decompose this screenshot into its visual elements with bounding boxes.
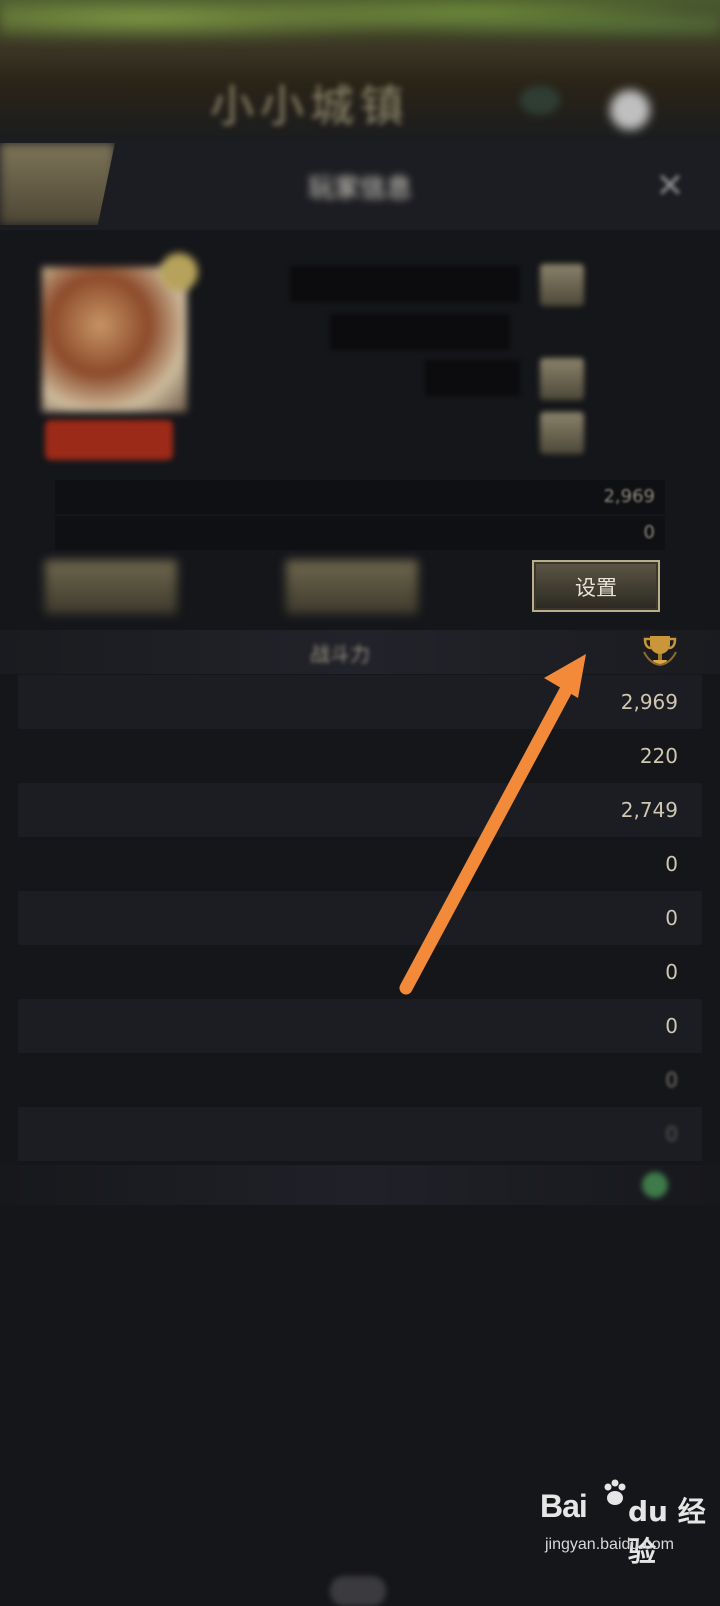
lower-row — [18, 1372, 702, 1426]
stat-value: 2,969 — [603, 486, 655, 507]
banner-icon — [610, 90, 650, 130]
power-row: 2,749 — [18, 783, 702, 837]
power-row: 220 — [18, 729, 702, 783]
banner-icon — [520, 85, 560, 115]
power-row-value: 0 — [665, 1068, 678, 1092]
avatar-badge-icon — [160, 253, 198, 291]
power-row: 0 — [18, 891, 702, 945]
stat-value: 0 — [643, 522, 655, 543]
info-name-field — [290, 266, 520, 302]
power-row: 0 — [18, 1053, 702, 1107]
lower-row — [18, 1210, 702, 1264]
power-row-value: 0 — [665, 1014, 678, 1038]
avatar-tag — [45, 420, 173, 460]
power-row-value: 2,969 — [620, 690, 678, 714]
power-row: 0 — [18, 1107, 702, 1161]
game-logo-title: 小小城镇 — [210, 81, 410, 132]
settings-button[interactable]: 设置 — [532, 560, 660, 612]
power-row: 2,969 — [18, 675, 702, 729]
watermark-url: jingyan.baidu.com — [545, 1536, 674, 1553]
copy-button[interactable] — [540, 358, 584, 400]
action-button-2[interactable] — [286, 560, 418, 614]
close-icon[interactable]: ✕ — [652, 168, 688, 204]
edit-name-button[interactable] — [540, 264, 584, 306]
trophy-icon[interactable] — [640, 630, 680, 670]
power-row-value: 0 — [665, 1122, 678, 1146]
power-row: 0 — [18, 999, 702, 1053]
info-guild-field — [330, 314, 510, 350]
power-row-value: 0 — [665, 906, 678, 930]
power-row-value: 0 — [665, 852, 678, 876]
baidu-watermark: Bai du 经验 jingyan.baidu.com — [540, 1479, 710, 1568]
power-section-title: 战斗力 — [310, 642, 370, 666]
lower-row — [18, 1264, 702, 1318]
bottom-handle[interactable] — [330, 1576, 386, 1606]
watermark-logo-suffix: du 经验 — [628, 1495, 706, 1568]
power-row-value: 2,749 — [620, 798, 678, 822]
stat-row: 2,969 — [55, 480, 665, 514]
panel-title: 玩家信息 — [307, 174, 412, 204]
lower-section-header — [0, 1165, 720, 1205]
back-button[interactable] — [0, 143, 115, 225]
banner-foliage — [0, 0, 720, 60]
info-server-field — [425, 360, 520, 396]
stat-row: 0 — [55, 516, 665, 550]
power-row: 0 — [18, 837, 702, 891]
status-dot-icon — [642, 1172, 668, 1198]
watermark-logo-text: Bai — [540, 1488, 588, 1524]
player-avatar[interactable] — [42, 267, 187, 412]
lower-row — [18, 1426, 702, 1480]
baidu-paw-icon — [604, 1479, 626, 1505]
power-row-value: 220 — [639, 744, 678, 768]
action-button-1[interactable] — [45, 560, 177, 614]
power-row: 0 — [18, 945, 702, 999]
power-row-value: 0 — [665, 960, 678, 984]
lower-row — [18, 1318, 702, 1372]
copy-id-button[interactable] — [540, 412, 584, 454]
